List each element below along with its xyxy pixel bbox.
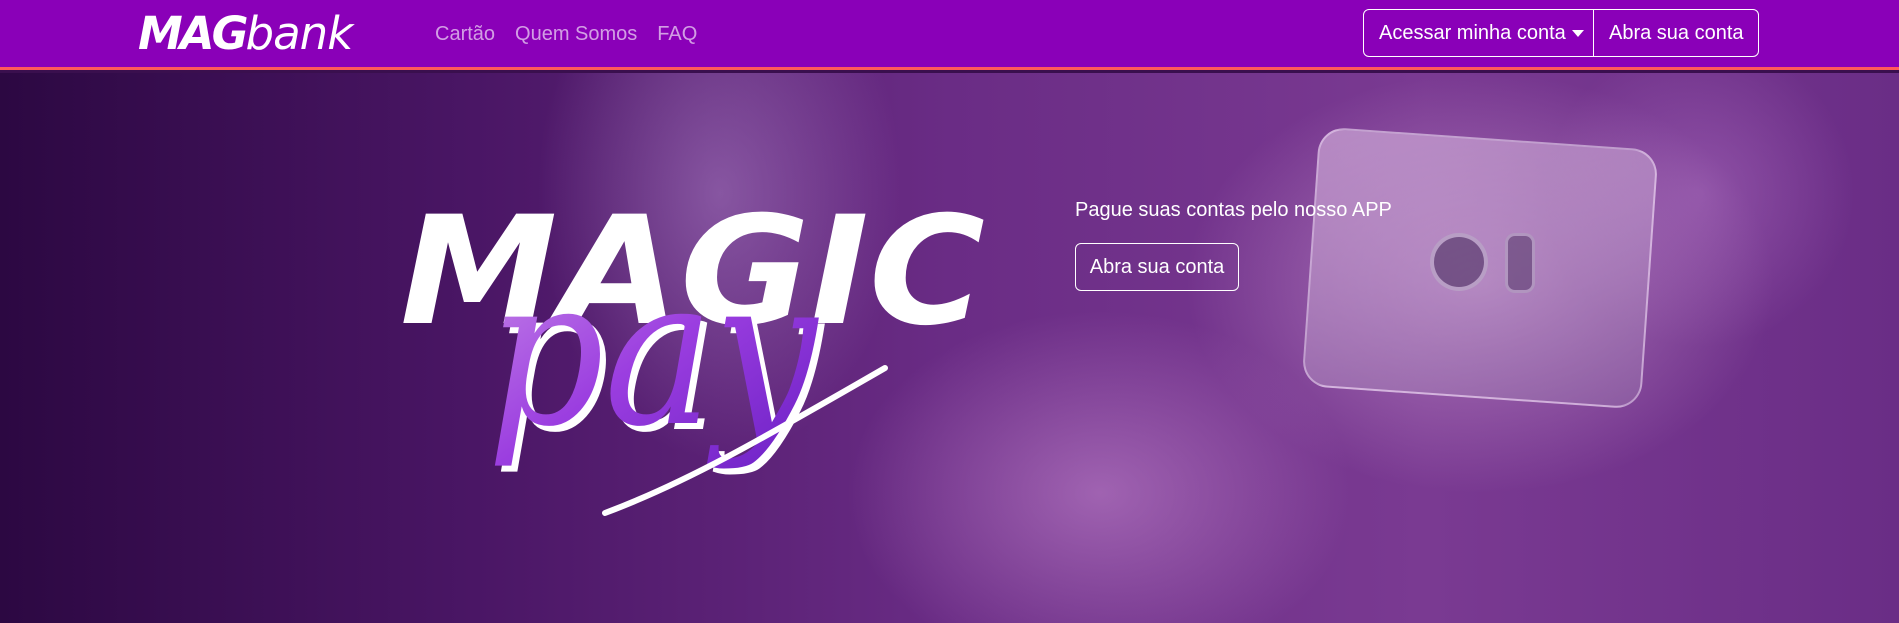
hero-open-account-label: Abra sua conta: [1089, 255, 1225, 278]
hero-banner: MAGIC pay pay Pague suas contas pelo nos…: [0, 73, 1899, 623]
magbank-logo[interactable]: MAG bank: [138, 6, 354, 60]
open-account-button[interactable]: Abra sua conta: [1594, 10, 1758, 56]
account-button-group: Acessar minha conta Abra sua conta: [1363, 9, 1759, 57]
magic-pay-logo: MAGIC pay pay: [400, 185, 985, 516]
nav-link-quem-somos[interactable]: Quem Somos: [515, 20, 637, 48]
nav-link-cartao[interactable]: Cartão: [435, 20, 495, 48]
logo-mag: MAG: [138, 6, 249, 60]
navbar: MAG bank Cartão Quem Somos FAQ Acessar m…: [0, 0, 1899, 70]
phone-flash: [1505, 233, 1535, 293]
chevron-down-icon: [1571, 29, 1584, 37]
hero-open-account-button[interactable]: Abra sua conta: [1075, 243, 1239, 291]
main-nav: Cartão Quem Somos FAQ: [435, 20, 697, 48]
logo-bank: bank: [245, 6, 354, 60]
login-dropdown-button[interactable]: Acessar minha conta: [1364, 10, 1594, 56]
phone-camera: [1430, 233, 1488, 291]
nav-link-faq[interactable]: FAQ: [657, 20, 697, 48]
open-account-label: Abra sua conta: [1609, 21, 1744, 44]
login-dropdown-label: Acessar minha conta: [1379, 21, 1566, 44]
hero-tagline: Pague suas contas pelo nosso APP: [1075, 199, 1392, 221]
